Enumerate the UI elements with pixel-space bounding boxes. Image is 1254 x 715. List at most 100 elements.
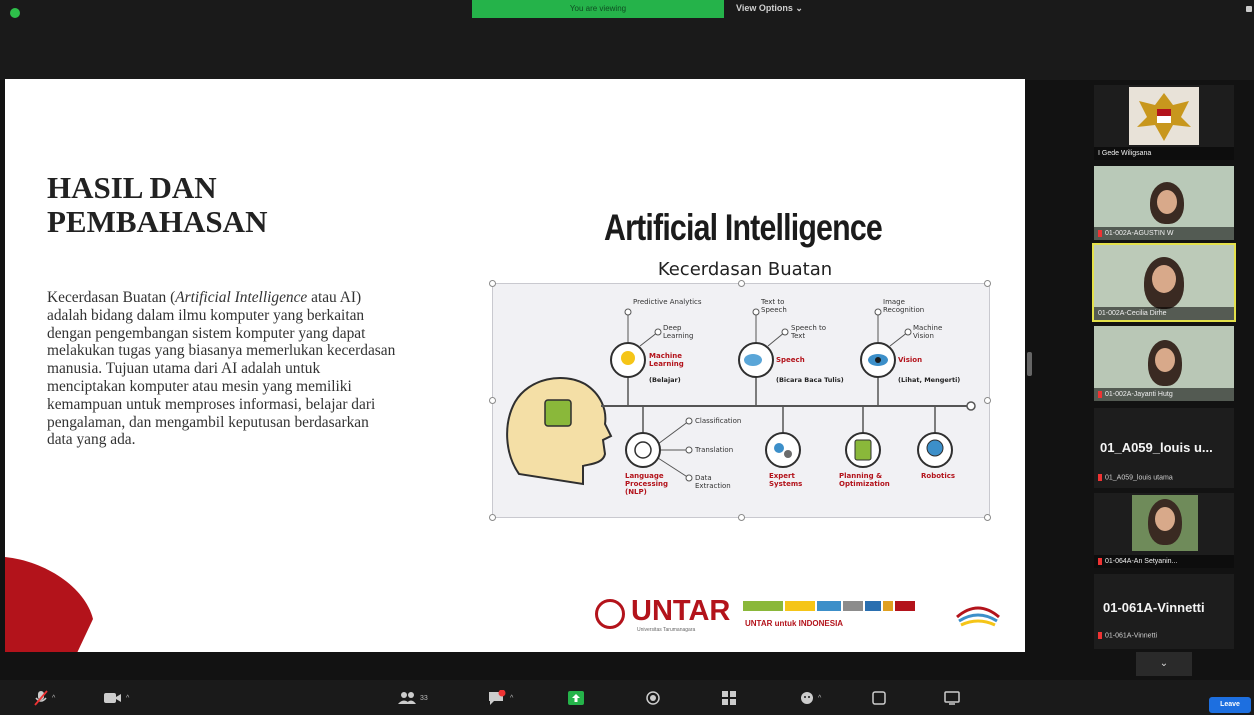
participant-face xyxy=(1152,265,1176,293)
node-expert-systems: Expert Systems xyxy=(769,472,803,488)
slide-title-line2: PEMBAHASAN xyxy=(47,204,268,239)
fullscreen-icon[interactable] xyxy=(1246,6,1252,12)
notes-button[interactable] xyxy=(944,688,960,708)
security-shield-icon[interactable] xyxy=(10,8,20,18)
leave-button[interactable]: Leave xyxy=(1209,697,1251,713)
participant-face xyxy=(1157,190,1177,214)
chevron-down-icon: ⌄ xyxy=(795,3,803,13)
meeting-toolbar xyxy=(0,680,1254,715)
garuda-emblem-image xyxy=(1129,87,1199,145)
share-screen-button[interactable] xyxy=(568,688,584,708)
participant-name-bar: 01-061A-Vinnetti xyxy=(1098,632,1234,639)
mute-button[interactable]: ^ xyxy=(34,688,55,708)
participant-name: 01-002A-Jayanti Hutg xyxy=(1105,391,1173,398)
resize-handle[interactable] xyxy=(984,397,991,404)
participant-tile[interactable]: 01-064A-An Setyanin... xyxy=(1094,493,1234,568)
mic-muted-icon xyxy=(1098,229,1102,237)
scroll-down-button[interactable]: ⌄ xyxy=(1136,652,1192,676)
leaf-speech-to-text: Speech to Text xyxy=(791,324,827,340)
video-icon xyxy=(104,693,121,703)
slide-body-text: Kecerdasan Buatan (Artificial Intelligen… xyxy=(47,289,397,449)
participant-count: 33 xyxy=(420,694,428,702)
participant-tile[interactable]: 01-002A-Jayanti Hutg xyxy=(1094,326,1234,401)
node-speech: Speech xyxy=(776,356,805,364)
node-robotics: Robotics xyxy=(921,472,956,480)
participant-name-bar: 01-064A-An Setyanin... xyxy=(1094,555,1234,568)
ai-heading: Artificial Intelligence xyxy=(604,207,883,248)
chevron-up-icon[interactable]: ^ xyxy=(52,695,55,702)
leaf-deep-learning: Deep Learning xyxy=(663,324,694,340)
leaf-machine-vision: Machine Vision xyxy=(913,324,943,340)
mic-muted-icon xyxy=(1098,474,1102,481)
leaf-classification: Classification xyxy=(695,417,742,425)
share-icon xyxy=(568,691,584,705)
participant-tile-active[interactable]: 01-002A-Cecilia Dirhe xyxy=(1092,243,1236,322)
slide-body-italic: Artificial Intelligence xyxy=(175,289,308,306)
leaf-data-extraction: Data Extraction xyxy=(695,474,731,490)
participant-title: 01-061A-Vinnetti xyxy=(1103,600,1205,615)
participants-icon xyxy=(398,692,416,704)
mic-muted-icon xyxy=(1098,632,1102,639)
participant-name-bar: 01-002A-AGUSTIN W xyxy=(1094,227,1234,240)
participant-tile[interactable]: 01-002A-AGUSTIN W xyxy=(1094,166,1234,240)
whiteboard-button[interactable] xyxy=(872,688,886,708)
chevron-up-icon[interactable]: ^ xyxy=(818,695,821,702)
ai-subheading: Kecerdasan Buatan xyxy=(657,259,833,280)
participant-name-bar: 01-002A-Jayanti Hutg xyxy=(1094,388,1234,401)
participants-button[interactable]: 33 xyxy=(398,688,428,708)
resize-handle[interactable] xyxy=(984,514,991,521)
resize-handle[interactable] xyxy=(738,280,745,287)
resize-handle[interactable] xyxy=(489,514,496,521)
resize-handle[interactable] xyxy=(489,280,496,287)
node-machine-learning: Machine Learning xyxy=(649,352,684,368)
untar-seal-icon xyxy=(595,599,625,629)
untar-indonesia-label: UNTAR untuk INDONESIA xyxy=(745,619,844,628)
resize-handle[interactable] xyxy=(489,397,496,404)
diagram-lines xyxy=(506,308,976,486)
apps-button[interactable] xyxy=(722,688,736,708)
mic-muted-icon xyxy=(1098,390,1102,398)
resize-handle[interactable] xyxy=(738,514,745,521)
node-planning-optimization: Planning & Optimization xyxy=(839,472,890,488)
slide-body-part1: Kecerdasan Buatan ( xyxy=(47,289,176,306)
participant-name: 01-061A-Vinnetti xyxy=(1105,632,1158,640)
participant-name: 01-002A-AGUSTIN W xyxy=(1105,230,1174,237)
resize-handle[interactable] xyxy=(984,280,991,287)
node-vision: Vision xyxy=(898,356,923,364)
participant-face xyxy=(1155,348,1175,372)
note-lihat: (Lihat, Mengerti) xyxy=(898,376,961,384)
whiteboard-icon xyxy=(872,691,886,705)
video-button[interactable]: ^ xyxy=(104,688,129,708)
participant-name-bar: 01-002A-Cecilia Dirhe xyxy=(1094,307,1234,320)
participant-tile[interactable]: I Gede Wiligsana xyxy=(1094,85,1234,160)
participant-name: 01-002A-Cecilia Dirhe xyxy=(1098,310,1167,317)
chevron-down-icon: ⌄ xyxy=(1159,658,1169,669)
leaf-text-to-speech: Text to Speech xyxy=(761,298,787,314)
reactions-button[interactable]: ^ xyxy=(800,688,821,708)
panel-resize-handle[interactable] xyxy=(1027,352,1032,376)
leaf-predictive-analytics: Predictive Analytics xyxy=(633,298,702,306)
slide-body-part2: atau AI) adalah bidang dalam ilmu komput… xyxy=(47,289,396,449)
event-logo xyxy=(956,606,1000,627)
view-options-button[interactable]: View Options ⌄ xyxy=(736,0,803,18)
chat-button[interactable]: ^ xyxy=(488,688,513,708)
untar-subtitle: Universitas Tarumanagara xyxy=(637,627,696,633)
record-icon xyxy=(646,691,660,705)
node-nlp: Language Processing (NLP) xyxy=(625,472,669,496)
record-button[interactable] xyxy=(646,688,660,708)
screen-share-banner[interactable]: You are viewing xyxy=(472,0,724,18)
ai-diagram[interactable]: Predictive Analytics Deep Learning Machi… xyxy=(489,280,991,521)
shared-screen-slide: HASIL DAN PEMBAHASAN Kecerdasan Buatan (… xyxy=(5,79,1025,652)
red-corner-shape xyxy=(5,557,93,652)
participant-name-bar: 01_A059_louis utama xyxy=(1098,474,1234,481)
participant-title: 01_A059_louis u... xyxy=(1100,440,1213,455)
zoom-meeting-window: You are viewing View Options ⌄ HASIL DAN… xyxy=(0,0,1254,715)
top-bar: You are viewing View Options ⌄ xyxy=(0,0,1254,80)
participant-name: I Gede Wiligsana xyxy=(1094,147,1234,160)
chevron-up-icon[interactable]: ^ xyxy=(126,695,129,702)
chevron-up-icon[interactable]: ^ xyxy=(510,695,513,702)
slide-title-line1: HASIL DAN xyxy=(47,170,217,205)
leaf-translation: Translation xyxy=(695,446,734,454)
notes-icon xyxy=(944,691,960,705)
reactions-icon xyxy=(801,692,813,704)
